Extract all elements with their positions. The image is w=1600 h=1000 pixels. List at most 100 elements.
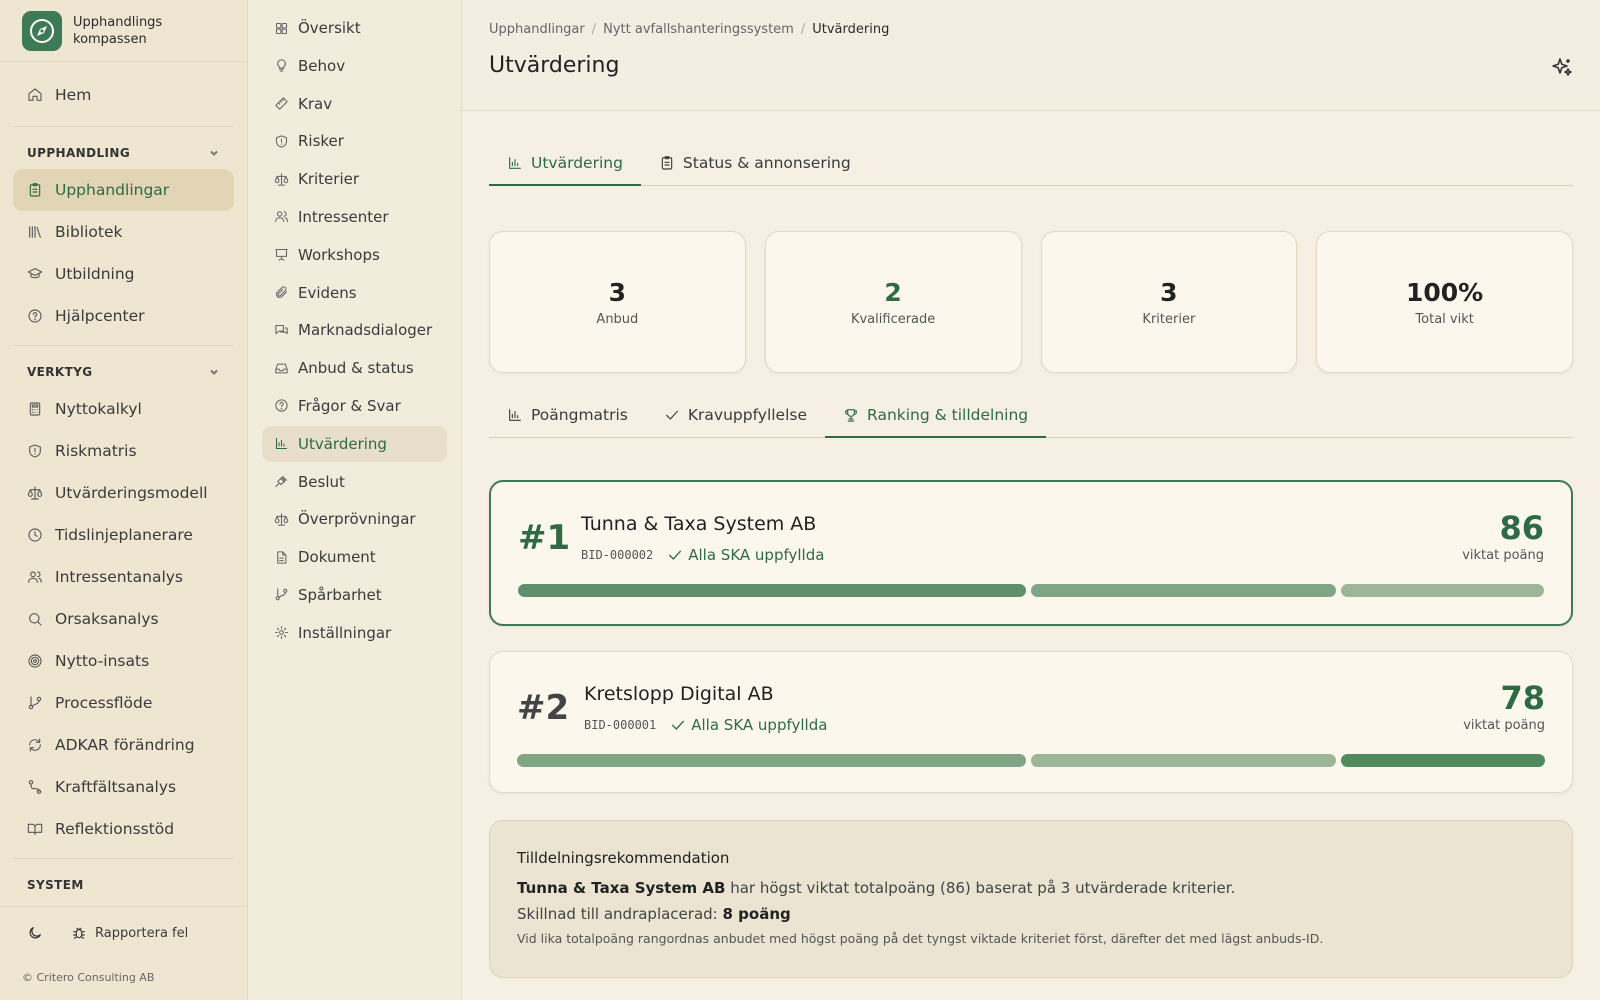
ruler-icon: [274, 96, 289, 111]
ranking-card-1[interactable]: #1 Tunna & Taxa System AB BID-000002 All…: [489, 480, 1573, 626]
paperclip-icon: [274, 285, 289, 300]
tab-utvardering[interactable]: Utvärdering: [489, 142, 641, 186]
sidebar-item-utvarderingsmodell[interactable]: Utvärderingsmodell: [13, 472, 234, 514]
graduation-cap-icon: [27, 266, 43, 282]
sidebar-item-upphandlingar[interactable]: Upphandlingar: [13, 169, 234, 211]
subnav-item-intressenter[interactable]: Intressenter: [262, 199, 447, 235]
criterion-bar-3: [1340, 584, 1544, 597]
check-icon: [664, 407, 680, 423]
brand-name: Upphandlings kompassen: [73, 14, 163, 47]
users-icon: [27, 569, 43, 585]
bid-id: BID-000001: [584, 718, 657, 732]
sidebar-item-tidslinjeplanerare[interactable]: Tidslinjeplanerare: [13, 514, 234, 556]
subnav-item-risker[interactable]: Risker: [262, 123, 447, 159]
scale-icon: [274, 172, 289, 187]
tie-break-note: Vid lika totalpoäng rangordnas anbudet m…: [517, 931, 1324, 946]
sidebar-item-riskmatris[interactable]: Riskmatris: [13, 430, 234, 472]
subnav-item-workshops[interactable]: Workshops: [262, 237, 447, 273]
copyright: © Critero Consulting AB: [22, 971, 155, 984]
users-icon: [274, 209, 289, 224]
check-icon: [670, 717, 686, 733]
scale-icon: [27, 485, 43, 501]
route-icon: [27, 779, 43, 795]
criteria-score-bars: [518, 584, 1544, 597]
bar-chart-icon: [507, 155, 523, 171]
weighted-score-label: viktat poäng: [1463, 718, 1545, 733]
grid-icon: [274, 21, 289, 36]
sidebar-item-utbildning[interactable]: Utbildning: [13, 253, 234, 295]
subnav-item-sparbarhet[interactable]: Spårbarhet: [262, 577, 447, 613]
criterion-bar-2: [1031, 584, 1336, 597]
messages-icon: [274, 323, 289, 338]
sidebar-item-reflektionsstod[interactable]: Reflektionsstöd: [13, 808, 234, 850]
bug-icon: [71, 925, 87, 941]
subnav-item-installningar[interactable]: Inställningar: [262, 615, 447, 651]
git-branch-icon: [274, 587, 289, 602]
ska-status: Alla SKA uppfyllda: [670, 716, 827, 734]
criterion-bar-1: [518, 584, 1026, 597]
section-header-verktyg[interactable]: VERKTYG: [0, 356, 247, 388]
main-tabs: Utvärdering Status & annonsering: [489, 142, 1573, 186]
subnav-item-utvardering[interactable]: Utvärdering: [262, 425, 447, 462]
breadcrumb-upphandlingar[interactable]: Upphandlingar: [489, 22, 585, 37]
sidebar-item-intressentanalys[interactable]: Intressentanalys: [13, 556, 234, 598]
main-sidebar: Upphandlings kompassen Hem UPPHANDLING U…: [0, 0, 248, 1000]
sidebar-item-kraftfaltsanalys[interactable]: Kraftfältsanalys: [13, 766, 234, 808]
section-header-system[interactable]: SYSTEM: [0, 869, 247, 901]
procurement-subnav: Översikt Behov Krav Risker Kriterier Int…: [248, 0, 462, 1000]
sidebar-item-orsaksanalys[interactable]: Orsaksanalys: [13, 598, 234, 640]
tab-poangmatris[interactable]: Poängmatris: [489, 394, 646, 438]
library-icon: [27, 224, 43, 240]
sidebar-item-adkar[interactable]: ADKAR förändring: [13, 724, 234, 766]
criterion-bar-2: [1031, 754, 1337, 767]
criteria-score-bars: [517, 754, 1545, 767]
sidebar-item-nytto-insats[interactable]: Nytto-insats: [13, 640, 234, 682]
tab-kravuppfyllelse[interactable]: Kravuppfyllelse: [646, 394, 825, 438]
award-recommendation: Tilldelningsrekommendation Tunna & Taxa …: [489, 820, 1573, 978]
stat-total-vikt: 100% Total vikt: [1316, 231, 1573, 373]
calculator-icon: [27, 401, 43, 417]
subnav-item-krav[interactable]: Krav: [262, 86, 447, 122]
moon-icon[interactable]: [27, 925, 43, 941]
gear-icon: [274, 625, 289, 640]
chevron-down-icon: [208, 147, 220, 159]
subnav-item-marknadsdialoger[interactable]: Marknadsdialoger: [262, 312, 447, 348]
sidebar-item-hjalpcenter[interactable]: Hjälpcenter: [13, 295, 234, 337]
sparkles-icon[interactable]: [1550, 56, 1574, 80]
page-header: Upphandlingar / Nytt avfallshanteringssy…: [462, 0, 1600, 111]
brand[interactable]: Upphandlings kompassen: [0, 0, 247, 62]
breadcrumb: Upphandlingar / Nytt avfallshanteringssy…: [489, 22, 890, 37]
score-difference: Skillnad till andraplacerad: 8 poäng: [517, 905, 791, 923]
ranking-card-2[interactable]: #2 Kretslopp Digital AB BID-000001 Alla …: [489, 651, 1573, 793]
subnav-item-evidens[interactable]: Evidens: [262, 275, 447, 311]
clipboard-icon: [659, 155, 675, 171]
weighted-score-label: viktat poäng: [1462, 548, 1544, 563]
tab-ranking-tilldelning[interactable]: Ranking & tilldelning: [825, 394, 1047, 438]
subnav-item-kriterier[interactable]: Kriterier: [262, 161, 447, 197]
subnav-item-overprovningar[interactable]: Överprövningar: [262, 501, 447, 537]
subnav-item-oversikt[interactable]: Översikt: [262, 10, 447, 46]
report-bug-button[interactable]: Rapportera fel: [63, 925, 188, 941]
sidebar-item-home[interactable]: Hem: [13, 74, 234, 116]
book-open-icon: [27, 821, 43, 837]
lightbulb-icon: [274, 58, 289, 73]
subnav-item-beslut[interactable]: Beslut: [262, 464, 447, 500]
section-header-upphandling[interactable]: UPPHANDLING: [0, 137, 247, 169]
rank-position: #1: [518, 518, 571, 558]
sidebar-item-processflode[interactable]: Processflöde: [13, 682, 234, 724]
rank-position: #2: [517, 688, 570, 728]
compass-logo-icon: [22, 10, 62, 51]
subnav-item-anbud-status[interactable]: Anbud & status: [262, 350, 447, 386]
shield-alert-icon: [274, 134, 289, 149]
presentation-icon: [274, 247, 289, 262]
tab-status-annonsering[interactable]: Status & annonsering: [641, 142, 869, 186]
subnav-item-fragor-svar[interactable]: Frågor & Svar: [262, 388, 447, 424]
clipboard-icon: [27, 182, 43, 198]
breadcrumb-procurement[interactable]: Nytt avfallshanteringssystem: [603, 22, 794, 37]
subnav-item-dokument[interactable]: Dokument: [262, 539, 447, 575]
gavel-icon: [274, 474, 289, 489]
sidebar-item-nyttokalkyl[interactable]: Nyttokalkyl: [13, 388, 234, 430]
subnav-item-behov[interactable]: Behov: [262, 48, 447, 84]
help-circle-icon: [27, 308, 43, 324]
sidebar-item-bibliotek[interactable]: Bibliotek: [13, 211, 234, 253]
